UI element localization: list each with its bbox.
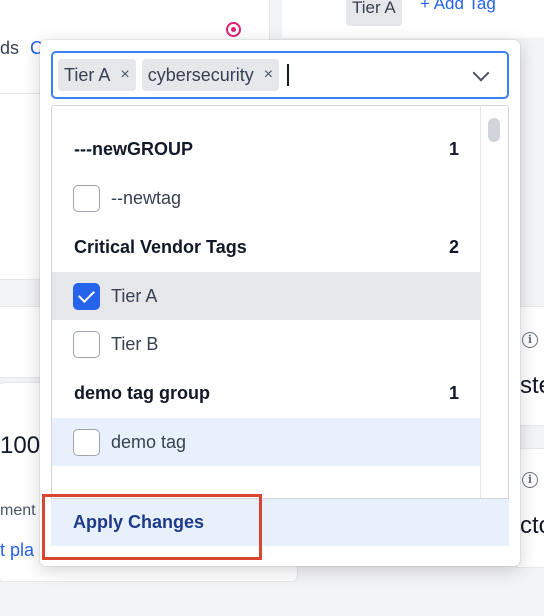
scrollbar-thumb[interactable] bbox=[488, 118, 500, 142]
tag-option[interactable]: demo tag bbox=[52, 418, 480, 466]
tag-multiselect-input[interactable]: Tier A × cybersecurity × bbox=[51, 51, 509, 99]
remove-chip-icon[interactable]: × bbox=[264, 66, 273, 84]
background-partial-value: ste bbox=[520, 372, 544, 399]
chip-label: cybersecurity bbox=[147, 64, 254, 85]
remove-chip-icon[interactable]: × bbox=[120, 66, 129, 84]
add-tag-link[interactable]: + Add Tag bbox=[420, 0, 496, 14]
checkbox-unchecked[interactable] bbox=[73, 330, 100, 358]
apply-changes-button[interactable]: Apply Changes bbox=[73, 512, 204, 533]
option-label: Tier B bbox=[111, 333, 159, 354]
background-partial-value-2: cto bbox=[520, 512, 544, 539]
selected-tag-chip: cybersecurity × bbox=[141, 59, 280, 91]
tag-option[interactable]: Tier A bbox=[52, 272, 480, 320]
info-icon: i bbox=[522, 472, 538, 488]
background-card-right-2 bbox=[516, 448, 544, 568]
text-cursor bbox=[287, 64, 289, 86]
background-partial-number: 100 bbox=[0, 432, 41, 459]
scrollbar[interactable] bbox=[480, 106, 508, 516]
group-count: 1 bbox=[448, 382, 459, 403]
chip-label: Tier A bbox=[64, 64, 111, 85]
tag-option[interactable]: --newtag bbox=[52, 174, 480, 222]
group-name: demo tag group bbox=[74, 382, 210, 403]
info-icon: i bbox=[522, 332, 538, 348]
background-partial-link-2[interactable]: t pla bbox=[0, 540, 34, 561]
radio-indicator-icon bbox=[226, 22, 241, 37]
background-partial-text: ds bbox=[0, 38, 20, 58]
background-partial-label: ment bbox=[0, 502, 36, 519]
option-label: Tier A bbox=[111, 285, 158, 306]
tag-option[interactable]: Tier B bbox=[52, 320, 480, 368]
background-card-top-right bbox=[282, 0, 544, 38]
group-header: ---newGROUP 1 bbox=[52, 124, 480, 174]
checkbox-unchecked[interactable] bbox=[73, 428, 100, 456]
group-name: Critical Vendor Tags bbox=[74, 236, 247, 257]
selected-tag-chip: Tier A × bbox=[58, 59, 136, 91]
group-header: Critical Vendor Tags 2 bbox=[52, 222, 480, 272]
chevron-down-icon[interactable] bbox=[472, 64, 490, 82]
tag-options-list[interactable]: ---newGROUP 1 --newtag Critical Vendor T… bbox=[51, 105, 509, 517]
group-name: ---newGROUP bbox=[74, 138, 193, 159]
dropdown-footer: Apply Changes bbox=[51, 498, 509, 546]
option-label: --newtag bbox=[111, 187, 182, 208]
checkbox-unchecked[interactable] bbox=[73, 184, 100, 212]
plus-icon: + bbox=[420, 0, 434, 13]
checkbox-checked-icon[interactable] bbox=[73, 282, 100, 310]
option-label: demo tag bbox=[111, 431, 187, 452]
group-count: 1 bbox=[448, 138, 459, 159]
background-card-right bbox=[516, 306, 544, 426]
tag-select-dropdown: Tier A × cybersecurity × ---newGROUP 1 -… bbox=[40, 40, 520, 566]
tag-options-content: ---newGROUP 1 --newtag Critical Vendor T… bbox=[52, 106, 480, 466]
background-tier-chip: Tier A bbox=[346, 0, 402, 26]
group-count: 2 bbox=[448, 236, 459, 257]
group-header: demo tag group 1 bbox=[52, 368, 480, 418]
